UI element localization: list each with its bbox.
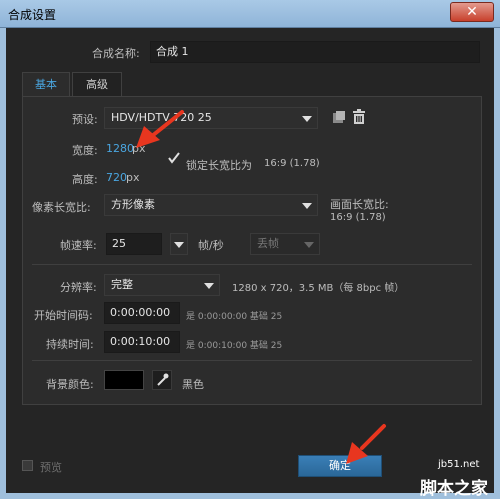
start-timecode-input[interactable]: 0:00:00:00 xyxy=(104,302,180,324)
chevron-down-icon xyxy=(302,203,312,209)
frame-aspect-label: 画面长宽比: xyxy=(330,198,389,211)
background-color-name: 黑色 xyxy=(182,378,204,391)
title-bar: 合成设置 ✕ xyxy=(0,0,500,28)
start-timecode-label: 开始时间码: xyxy=(34,309,93,322)
chevron-down-icon xyxy=(304,242,314,248)
frame-rate-label: 帧速率: xyxy=(60,239,97,252)
pixel-aspect-label: 像素长宽比: xyxy=(32,201,91,214)
frame-rate-input[interactable]: 25 xyxy=(106,233,162,255)
frame-rate-dropdown[interactable] xyxy=(170,233,188,255)
resolution-label: 分辨率: xyxy=(60,281,97,294)
watermark-site: jb51.net xyxy=(438,459,480,470)
divider xyxy=(32,264,472,265)
resolution-dropdown[interactable]: 完整 xyxy=(104,274,220,296)
pixel-aspect-value: 方形像素 xyxy=(111,198,155,211)
frame-rate-unit: 帧/秒 xyxy=(198,239,224,252)
height-value[interactable]: 720 xyxy=(106,171,127,184)
chevron-down-icon xyxy=(302,116,312,122)
chevron-down-icon xyxy=(204,283,214,289)
width-label: 宽度: xyxy=(72,144,98,157)
eyedropper-icon[interactable] xyxy=(152,370,172,390)
background-color-swatch[interactable] xyxy=(104,370,144,390)
preview-label: 预览 xyxy=(40,461,62,474)
window-title: 合成设置 xyxy=(8,8,57,22)
divider xyxy=(32,360,472,361)
lock-aspect-label: 锁定长宽比为 xyxy=(186,159,252,172)
close-button[interactable]: ✕ xyxy=(450,2,494,22)
frame-aspect-value: 16:9 (1.78) xyxy=(330,212,386,223)
drop-frame-dropdown[interactable]: 丢帧 xyxy=(250,233,320,255)
duration-input[interactable]: 0:00:10:00 xyxy=(104,331,180,353)
annotation-arrow xyxy=(136,110,184,148)
comp-name-label: 合成名称: xyxy=(92,47,140,60)
preset-label: 预设: xyxy=(72,113,98,126)
watermark-brand: 脚本之家 xyxy=(420,479,488,499)
drop-frame-value: 丢帧 xyxy=(257,237,279,250)
chevron-down-icon xyxy=(174,242,184,248)
resolution-info: 1280 x 720，3.5 MB（每 8bpc 帧） xyxy=(232,283,405,294)
save-preset-icon[interactable] xyxy=(332,110,346,124)
duration-label: 持续时间: xyxy=(46,338,94,351)
resolution-value: 完整 xyxy=(111,278,133,291)
pixel-aspect-dropdown[interactable]: 方形像素 xyxy=(104,194,318,216)
height-label: 高度: xyxy=(72,173,98,186)
start-timecode-hint: 是 0:00:00:00 基础 25 xyxy=(186,312,283,322)
background-color-label: 背景颜色: xyxy=(46,378,94,391)
tab-basic[interactable]: 基本 xyxy=(22,72,70,96)
annotation-arrow xyxy=(346,424,386,464)
height-unit: px xyxy=(126,171,140,184)
tab-advanced[interactable]: 高级 xyxy=(72,72,122,96)
duration-hint: 是 0:00:10:00 基础 25 xyxy=(186,341,283,351)
trash-icon[interactable] xyxy=(352,109,366,125)
lock-aspect-ratio: 16:9 (1.78) xyxy=(264,158,320,169)
comp-name-input[interactable]: 合成 1 xyxy=(150,41,480,63)
preview-checkbox[interactable] xyxy=(22,460,33,471)
